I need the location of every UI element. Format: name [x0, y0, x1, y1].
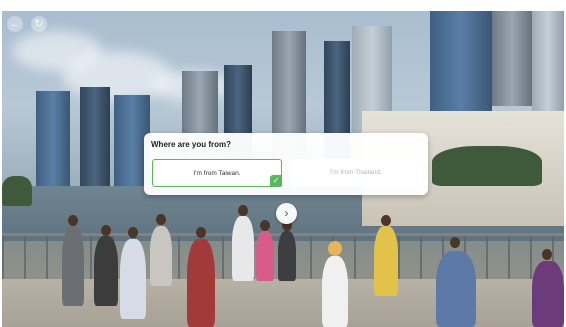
cloud — [62, 51, 172, 101]
option-taiwan[interactable]: I'm from Taiwan. ✓ — [152, 159, 282, 187]
person — [278, 231, 296, 281]
person — [532, 261, 564, 327]
person-head — [260, 220, 270, 231]
building — [36, 91, 70, 191]
avatar-head — [328, 241, 342, 256]
person — [150, 226, 172, 286]
person-head — [196, 227, 206, 238]
person — [120, 239, 146, 319]
person-head — [156, 214, 166, 225]
circle-arrow-icon: ← — [9, 18, 21, 30]
person-head — [238, 205, 248, 216]
person — [374, 226, 398, 296]
person — [436, 251, 476, 327]
chevron-right-icon: › — [284, 206, 289, 220]
building — [492, 11, 532, 106]
building — [430, 11, 492, 111]
person — [232, 216, 254, 281]
next-button[interactable]: › — [276, 203, 297, 224]
person — [322, 256, 348, 327]
option-thailand[interactable]: I'm from Thailand. — [291, 159, 421, 187]
person-head — [450, 237, 460, 248]
person-head — [101, 225, 111, 236]
trees — [432, 146, 542, 186]
reset-button[interactable]: ↻ — [31, 16, 47, 32]
building — [80, 87, 110, 187]
scene-background: ← ↻ Where are you from? I'm from Taiwan.… — [2, 11, 564, 327]
option-label: I'm from Taiwan. — [193, 170, 241, 177]
trees — [2, 176, 32, 206]
question-text: Where are you from? — [151, 140, 232, 149]
person — [62, 226, 84, 306]
person — [187, 239, 215, 327]
reset-icon: ↻ — [34, 18, 44, 30]
plaza — [2, 279, 564, 327]
building — [532, 11, 564, 111]
person-head — [381, 215, 391, 226]
option-label: I'm from Thailand. — [330, 169, 382, 176]
person — [94, 236, 118, 306]
check-icon: ✓ — [270, 175, 282, 187]
question-dialog: Where are you from? I'm from Taiwan. ✓ I… — [144, 133, 428, 195]
person-head — [68, 215, 78, 226]
person-head — [542, 249, 552, 260]
person — [256, 231, 274, 281]
person-head — [128, 227, 138, 238]
back-button[interactable]: ← — [7, 16, 23, 32]
